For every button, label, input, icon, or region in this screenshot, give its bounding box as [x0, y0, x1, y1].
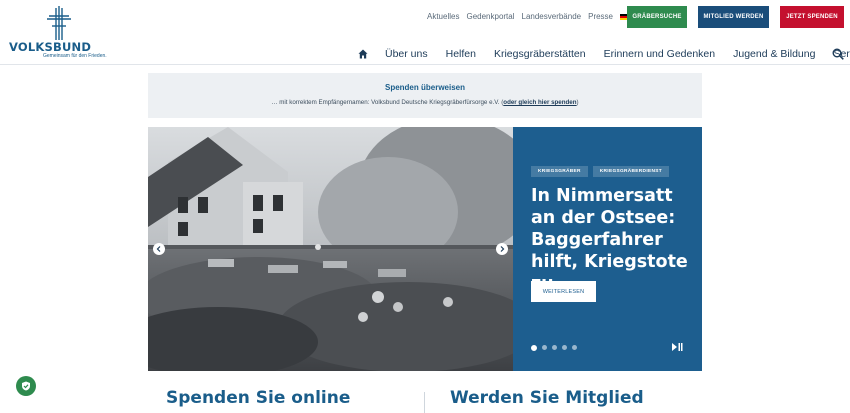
cross-logo-icon	[47, 6, 71, 40]
slide-headline[interactable]: In Nimmersatt an der Ostsee: Bag­gerfahr…	[531, 185, 691, 295]
slider-next-button[interactable]	[496, 243, 508, 255]
slider-pagination	[531, 345, 577, 351]
search-icon[interactable]	[832, 48, 844, 60]
home-icon[interactable]	[358, 49, 368, 59]
donate-now-button[interactable]: Jetzt spenden	[780, 6, 844, 28]
donation-notice: Spenden überweisen … mit korrektem Empfä…	[148, 73, 702, 118]
meta-navigation: Aktuelles Gedenkportal Landesverbände Pr…	[427, 12, 643, 21]
cemetery-photo	[148, 127, 513, 371]
chevron-right-icon	[500, 246, 505, 252]
tag-kriegsgraeberdienst[interactable]: KRIEGSGRÄBERDIENST	[592, 166, 669, 177]
donate-online-heading: Spenden Sie online	[166, 388, 351, 408]
slider-dot-1[interactable]	[531, 345, 537, 351]
slider-dot-2[interactable]	[542, 345, 547, 350]
brand-name: VOLKSBUND	[9, 40, 92, 54]
slider-dot-5[interactable]	[572, 345, 577, 350]
tag-kriegsgraeber[interactable]: KRIEGSGRÄBER	[531, 166, 588, 177]
chevron-left-icon	[156, 246, 161, 252]
notice-suffix: )	[576, 99, 579, 106]
notice-title: Spenden überweisen	[384, 83, 466, 92]
slider-dot-3[interactable]	[552, 345, 557, 350]
slider-dot-4[interactable]	[562, 345, 567, 350]
meta-link-presse[interactable]: Presse	[588, 12, 613, 21]
main-navigation: Über uns Helfen Kriegsgräberstätten Erin…	[358, 48, 850, 60]
nav-item-kriegsgraeberstaetten[interactable]: Kriegsgräberstätten	[494, 48, 586, 60]
nav-item-jugend-bildung[interactable]: Jugend & Bildung	[733, 48, 815, 60]
meta-link-aktuelles[interactable]: Aktuelles	[427, 12, 459, 21]
slide-image	[148, 127, 513, 371]
shield-check-icon	[22, 381, 30, 391]
nav-item-ueber-uns[interactable]: Über uns	[385, 48, 428, 60]
privacy-settings-button[interactable]	[16, 376, 36, 396]
volksbund-logo[interactable]: VOLKSBUND Gemeinsam für den Frieden.	[9, 6, 109, 59]
nav-item-erinnern-gedenken[interactable]: Erinnern und Gedenken	[604, 48, 716, 60]
play-pause-icon[interactable]	[672, 343, 683, 351]
become-member-heading: Werden Sie Mitglied	[450, 388, 644, 408]
notice-body: … mit korrektem Empfängernamen: Volksbun…	[271, 99, 504, 106]
news-slider: KRIEGSGRÄBER KRIEGSGRÄBERDIENST In Nimme…	[148, 127, 702, 371]
donate-here-link[interactable]: oder gleich hier spenden	[503, 99, 576, 106]
meta-link-landesverbaende[interactable]: Landesverbände	[522, 12, 582, 21]
slide-tags: KRIEGSGRÄBER KRIEGSGRÄBERDIENST	[531, 166, 669, 177]
section-divider	[424, 392, 425, 413]
nav-item-helfen[interactable]: Helfen	[446, 48, 476, 60]
meta-link-gedenkportal[interactable]: Gedenkportal	[466, 12, 514, 21]
brand-tagline: Gemeinsam für den Frieden.	[43, 53, 107, 59]
become-member-button[interactable]: Mitglied werden	[698, 6, 769, 28]
site-header: VOLKSBUND Gemeinsam für den Frieden. Akt…	[0, 0, 850, 65]
grave-search-button[interactable]: Gräbersuche	[627, 6, 687, 28]
read-more-button[interactable]: WEITERLESEN	[531, 281, 596, 302]
notice-text: … mit korrektem Empfängernamen: Volksbun…	[148, 99, 702, 106]
slide-content-panel: KRIEGSGRÄBER KRIEGSGRÄBERDIENST In Nimme…	[513, 127, 702, 371]
slider-prev-button[interactable]	[153, 243, 165, 255]
